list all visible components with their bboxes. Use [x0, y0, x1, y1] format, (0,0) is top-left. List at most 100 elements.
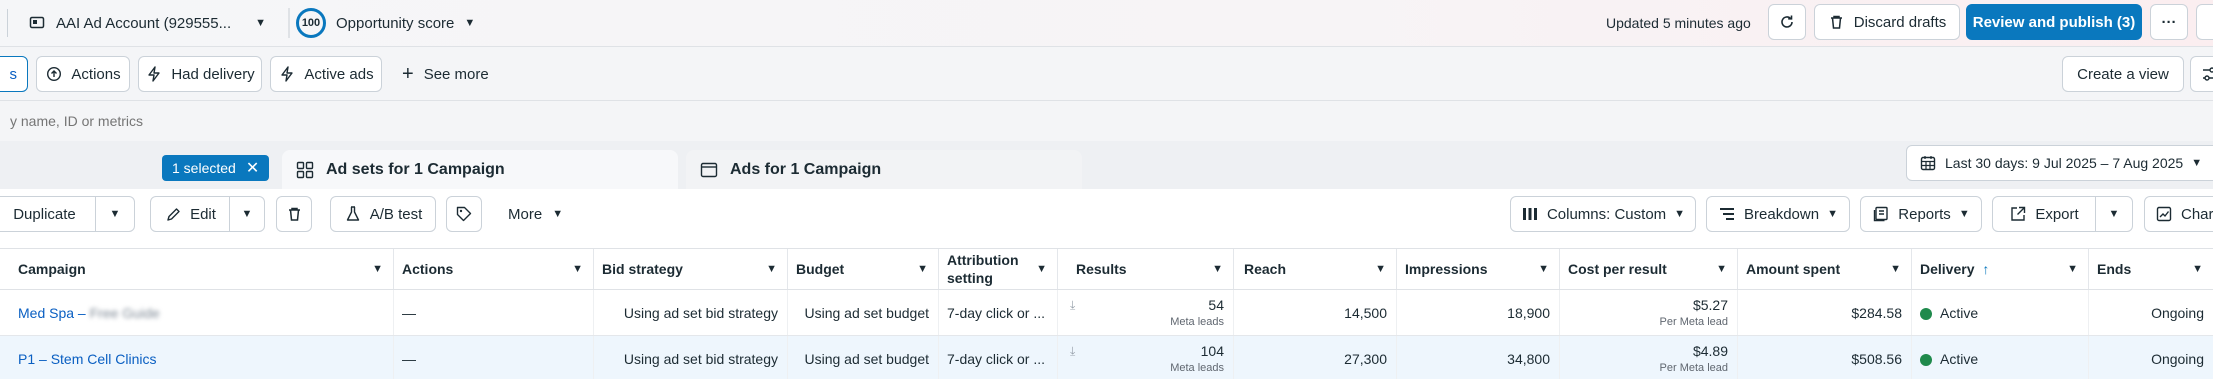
header-delivery[interactable]: Delivery ↑ ▼: [1912, 249, 2089, 289]
ab-test-button[interactable]: A/B test: [330, 196, 436, 232]
budget-value: Using ad set budget: [804, 350, 929, 367]
table-header: Campaign ▼ Actions ▼ Bid strategy ▼ Budg…: [0, 248, 2213, 290]
sliders-icon: [2201, 65, 2213, 83]
account-selector[interactable]: AAI Ad Account (929555... ▼: [28, 8, 278, 38]
reach-value: 27,300: [1344, 350, 1387, 367]
chevron-down-icon: ▼: [2108, 208, 2120, 220]
charts-button[interactable]: Charts: [2144, 196, 2213, 232]
more-options-button[interactable]: ···: [2150, 4, 2188, 40]
breakdown-button[interactable]: Breakdown ▼: [1706, 196, 1850, 232]
header-budget[interactable]: Budget ▼: [788, 249, 939, 289]
trash-icon: [285, 205, 303, 223]
more-dots-icon: ···: [2161, 13, 2177, 31]
selected-chip[interactable]: 1 selected ✕: [162, 155, 270, 181]
charts-label: Charts: [2181, 205, 2213, 223]
impressions-value: 34,800: [1507, 350, 1550, 367]
tab-ads[interactable]: Ads for 1 Campaign: [686, 150, 1082, 189]
tab-ads-label: Ads for 1 Campaign: [730, 160, 882, 178]
status-dot-icon: [1920, 307, 1932, 320]
export-dropdown-button[interactable]: ▼: [2095, 196, 2133, 232]
header-results[interactable]: Results ▼: [1058, 249, 1234, 289]
table-row[interactable]: Med Spa – Free Guide — Using ad set bid …: [0, 290, 2213, 336]
cost-per-result-value: $4.89: [1692, 343, 1728, 359]
filter-actions[interactable]: Actions: [36, 56, 130, 92]
create-view-button[interactable]: Create a view: [2062, 56, 2184, 92]
download-icon[interactable]: ⤓: [1070, 298, 1075, 313]
header-cost-per-result[interactable]: Cost per result ▼: [1560, 249, 1738, 289]
cell-attribution: 7-day click or ...: [939, 336, 1058, 379]
reach-value: 14,500: [1344, 304, 1387, 321]
header-amount-spent[interactable]: Amount spent ▼: [1738, 249, 1912, 289]
cell-campaign[interactable]: P1 – Stem Cell Clinics: [10, 336, 394, 379]
campaign-name: Med Spa –: [18, 304, 90, 321]
table-row[interactable]: P1 – Stem Cell Clinics — Using ad set bi…: [0, 336, 2213, 379]
review-publish-button[interactable]: Review and publish (3): [1966, 4, 2142, 40]
cell-amount-spent: $508.56: [1738, 336, 1912, 379]
opportunity-score[interactable]: 100 Opportunity score ▼: [296, 6, 475, 40]
delivery-value: Active: [1940, 304, 1979, 321]
export-button[interactable]: Export: [1992, 196, 2096, 232]
view-settings-button[interactable]: [2190, 56, 2213, 92]
header-reach[interactable]: Reach ▼: [1234, 249, 1397, 289]
duplicate-button[interactable]: Duplicate: [0, 196, 96, 232]
account-name: AAI Ad Account (929555...: [56, 14, 232, 32]
trash-icon: [1828, 13, 1846, 31]
cell-bid-strategy: Using ad set bid strategy: [594, 336, 788, 379]
filter-had-delivery[interactable]: Had delivery: [138, 56, 262, 92]
header-campaign[interactable]: Campaign ▼: [10, 249, 394, 289]
discard-drafts-button[interactable]: Discard drafts: [1814, 4, 1960, 40]
columns-button[interactable]: Columns: Custom ▼: [1510, 196, 1696, 232]
tab-ad-sets-label: Ad sets for 1 Campaign: [326, 160, 505, 178]
see-more-button[interactable]: + See more: [402, 56, 489, 92]
chevron-down-icon: ▼: [1674, 208, 1686, 220]
header-impressions[interactable]: Impressions ▼: [1397, 249, 1560, 289]
ends-value: Ongoing: [2151, 304, 2204, 321]
duplicate-dropdown-button[interactable]: ▼: [95, 196, 135, 232]
ads-window-icon: [700, 161, 718, 179]
overflow-button[interactable]: [2196, 4, 2213, 40]
header-ends[interactable]: Ends ▼: [2089, 249, 2213, 289]
edit-button[interactable]: Edit: [150, 196, 230, 232]
plus-icon: +: [402, 63, 414, 85]
date-range-picker[interactable]: Last 30 days: 9 Jul 2025 – 7 Aug 2025 ▼: [1906, 145, 2213, 181]
chart-icon: [2155, 205, 2173, 223]
header-attribution-setting[interactable]: Attribution setting ▼: [939, 249, 1058, 289]
close-icon[interactable]: ✕: [246, 158, 259, 178]
attribution-value: 7-day click or ...: [947, 304, 1046, 321]
tab-ad-sets[interactable]: Ad sets for 1 Campaign: [282, 150, 678, 189]
refresh-button[interactable]: [1768, 4, 1806, 40]
more-menu-button[interactable]: More ▼: [508, 196, 563, 232]
delivery-status: Active: [1920, 305, 2079, 321]
campaign-name-redacted: Free Guide: [89, 304, 160, 321]
attribution-value: 7-day click or ...: [947, 350, 1046, 367]
breakdown-label: Breakdown: [1744, 205, 1820, 223]
search-input[interactable]: [10, 108, 710, 134]
header-bid-strategy[interactable]: Bid strategy ▼: [594, 249, 788, 289]
cell-cost-per-result: $5.27 Per Meta lead: [1560, 290, 1738, 335]
updated-status: Updated 5 minutes ago: [1606, 15, 1751, 31]
campaign-name-link[interactable]: Med Spa – Free Guide: [18, 305, 384, 321]
delete-button[interactable]: [276, 196, 312, 232]
tag-button[interactable]: [446, 196, 482, 232]
filter-chip-partial[interactable]: s: [0, 56, 28, 92]
ends-value: Ongoing: [2151, 350, 2204, 367]
lightning-icon: [278, 65, 296, 83]
filter-bar: s Actions Had delivery Active ads + See …: [0, 47, 2213, 101]
reports-button[interactable]: Reports ▼: [1860, 196, 1982, 232]
header-actions[interactable]: Actions ▼: [394, 249, 594, 289]
score-badge-icon: 100: [296, 8, 326, 38]
filter-active-ads[interactable]: Active ads: [270, 56, 382, 92]
cell-attribution: 7-day click or ...: [939, 290, 1058, 335]
edit-label: Edit: [190, 205, 216, 223]
chevron-down-icon: ▼: [255, 17, 267, 29]
calendar-icon: [1919, 154, 1937, 172]
refresh-icon: [1778, 13, 1796, 31]
download-icon[interactable]: ⤓: [1070, 344, 1075, 359]
opportunity-score-label: Opportunity score: [336, 14, 455, 32]
cell-amount-spent: $284.58: [1738, 290, 1912, 335]
cell-campaign[interactable]: Med Spa – Free Guide: [10, 290, 394, 335]
campaign-name-link[interactable]: P1 – Stem Cell Clinics: [18, 351, 384, 367]
cost-per-result-value: $5.27: [1692, 297, 1728, 313]
edit-dropdown-button[interactable]: ▼: [229, 196, 265, 232]
header-attribution-label: Attribution setting: [947, 251, 1019, 287]
